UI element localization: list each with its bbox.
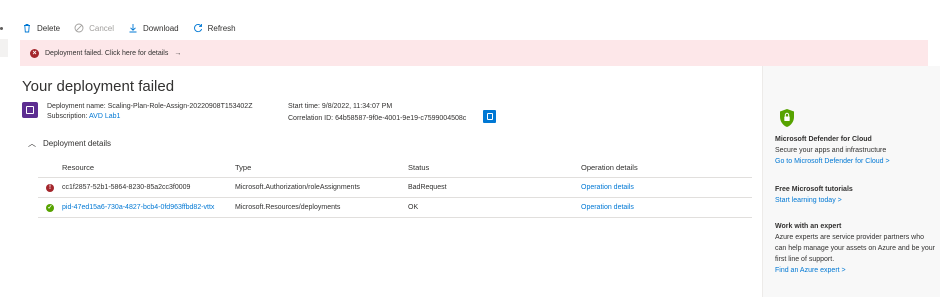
download-label: Download — [143, 23, 179, 33]
refresh-label: Refresh — [207, 23, 236, 33]
side-panel: Microsoft Defender for Cloud Secure your… — [762, 66, 940, 297]
shield-icon — [780, 109, 794, 127]
row-status-icon: ✓ — [44, 198, 56, 217]
defender-text: Secure your apps and infrastructure — [775, 147, 887, 154]
error-icon: × — [30, 48, 39, 58]
tutorials-title: Free Microsoft tutorials — [775, 186, 853, 193]
expert-link[interactable]: Find an Azure expert > — [775, 265, 935, 276]
start-time-line: Start time: 9/8/2022, 11:34:07 PM — [288, 101, 392, 112]
subscription-label: Subscription: — [47, 113, 88, 120]
refresh-icon — [193, 24, 202, 33]
correlation-line: Correlation ID: 64b58587-9f0e-4001-9e19-… — [288, 113, 466, 124]
left-nav-stub — [0, 0, 8, 297]
resource-type: Microsoft.Resources/deployments — [235, 204, 341, 211]
command-bar: Delete Cancel Download Refresh — [22, 19, 236, 37]
expert-section: Work with an expert Azure experts are se… — [775, 221, 935, 276]
expert-text: Azure experts are service provider partn… — [775, 234, 935, 263]
resource-status: BadRequest — [408, 184, 447, 191]
deployment-name-label: Deployment name: — [47, 103, 106, 110]
nav-dot — [0, 27, 3, 30]
deployment-failed-banner[interactable]: × Deployment failed. Click here for deta… — [20, 40, 928, 66]
deployment-name-value: Scaling-Plan-Role-Assign-20220908T153402… — [107, 103, 253, 110]
nav-selected-item[interactable] — [0, 39, 8, 57]
table-row: ! cc1f2857-52b1-5864-8230-85a2cc3f0009 M… — [38, 178, 752, 198]
defender-section: Microsoft Defender for Cloud Secure your… — [775, 134, 935, 167]
deployment-details-toggle[interactable]: ︿ Deployment details — [28, 138, 111, 149]
cancel-button[interactable]: Cancel — [74, 23, 114, 33]
row-status-icon: ! — [44, 178, 56, 197]
subscription-line: Subscription: AVD Lab1 — [47, 111, 120, 122]
correlation-label: Correlation ID: — [288, 115, 334, 122]
copy-correlation-button[interactable] — [483, 110, 496, 123]
tutorials-link[interactable]: Start learning today > — [775, 195, 935, 206]
resource-type: Microsoft.Authorization/roleAssignments — [235, 184, 360, 191]
column-header-type: Type — [235, 163, 252, 172]
arrow-right-icon: → — [174, 49, 182, 57]
start-time-label: Start time: — [288, 103, 320, 110]
deployment-icon — [22, 102, 38, 118]
deployment-details-label: Deployment details — [43, 139, 112, 148]
download-icon — [129, 24, 137, 33]
cancel-icon — [74, 23, 84, 33]
defender-link[interactable]: Go to Microsoft Defender for Cloud > — [775, 156, 935, 167]
table-header: Resource Type Status Operation details — [38, 158, 752, 178]
expert-title: Work with an expert — [775, 223, 842, 230]
main-pane: Your deployment failed Deployment name: … — [20, 66, 762, 297]
success-icon: ✓ — [46, 203, 54, 212]
chevron-up-icon: ︿ — [28, 139, 36, 148]
delete-button[interactable]: Delete — [22, 23, 60, 33]
copy-icon — [486, 113, 493, 120]
resource-name: cc1f2857-52b1-5864-8230-85a2cc3f0009 — [62, 184, 191, 191]
banner-text: Deployment failed. Click here for detail… — [45, 49, 169, 57]
column-header-operation-details: Operation details — [581, 163, 638, 172]
error-icon: ! — [46, 183, 54, 192]
operation-details-link[interactable]: Operation details — [581, 178, 751, 197]
refresh-button[interactable]: Refresh — [193, 23, 236, 33]
column-header-resource: Resource — [62, 163, 95, 172]
page-title: Your deployment failed — [22, 78, 175, 95]
deployment-details-table: Resource Type Status Operation details !… — [38, 158, 752, 218]
table-row: ✓ pid-47ed15a6-730a-4827-bcb4-0fd963ffbd… — [38, 198, 752, 218]
start-time-value: 9/8/2022, 11:34:07 PM — [321, 103, 393, 110]
column-header-status: Status — [408, 163, 430, 172]
tutorials-section: Free Microsoft tutorials Start learning … — [775, 184, 935, 206]
operation-details-link[interactable]: Operation details — [581, 198, 751, 217]
resource-link[interactable]: pid-47ed15a6-730a-4827-bcb4-0fd963ffbd82… — [62, 198, 232, 217]
cancel-label: Cancel — [89, 23, 115, 33]
subscription-link[interactable]: AVD Lab1 — [89, 113, 120, 120]
resource-status: OK — [408, 204, 419, 211]
trash-icon — [24, 24, 30, 33]
download-button[interactable]: Download — [128, 23, 179, 33]
defender-title: Microsoft Defender for Cloud — [775, 136, 872, 143]
correlation-value: 64b58587-9f0e-4001-9e19-c7599004508c — [335, 115, 467, 122]
delete-label: Delete — [37, 23, 61, 33]
